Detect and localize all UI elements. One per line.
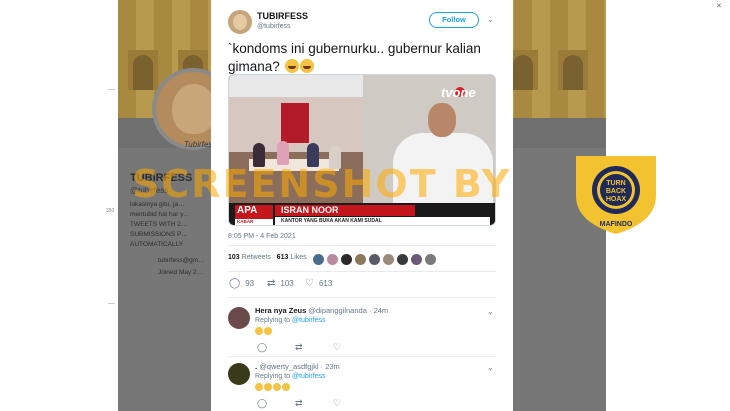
reply-count: 93	[245, 279, 255, 288]
divider	[228, 245, 496, 246]
liker-avatar[interactable]	[397, 254, 408, 265]
side-dash: —	[108, 300, 115, 307]
tweet-text: `kondoms ini gubernurku.. gubernur kalia…	[228, 40, 503, 76]
like-action[interactable]: ♡ 613	[305, 278, 332, 289]
reply-name[interactable]: .	[255, 362, 257, 371]
svg-text:MAFINDO: MAFINDO	[600, 221, 633, 228]
reply-icon: ◯	[229, 278, 241, 289]
svg-text:HOAX: HOAX	[606, 196, 627, 203]
left-margin	[0, 0, 118, 411]
reply-avatar[interactable]	[228, 307, 250, 329]
reply-icon[interactable]: ◯	[257, 398, 267, 409]
replying-to: Replying to @tubirfess	[255, 373, 326, 380]
retweet-icon: ⇄	[267, 278, 276, 289]
person-title-caption: KANTOR YANG BUKA AKAN KAMI SUDAL	[275, 217, 490, 225]
emoji-icon	[264, 383, 272, 391]
emoji-icon	[255, 327, 263, 335]
divider	[228, 356, 496, 357]
heart-icon[interactable]: ♡	[333, 398, 341, 409]
chevron-down-icon[interactable]: ⌄	[487, 307, 494, 316]
retweet-action[interactable]: ⇄ 103	[267, 278, 294, 289]
mafindo-seal-icon: TURN BACK HOAX MAFINDO	[576, 156, 656, 234]
like-count: 613	[318, 279, 333, 288]
replying-prefix: Replying to	[255, 373, 291, 380]
side-dash: —	[108, 86, 115, 93]
emoji-icon	[282, 383, 290, 391]
chevron-down-icon[interactable]: ⌄	[487, 363, 494, 372]
profile-joined: Joined May 2…	[158, 269, 204, 276]
likes-count[interactable]: 613	[277, 254, 289, 261]
profile-bio: lokasinya gitu, ja… mentubid hal har y… …	[130, 201, 190, 248]
reply-name[interactable]: Hera nya Zeus	[255, 306, 306, 315]
reply-time[interactable]: 23m	[325, 362, 340, 371]
retweets-count[interactable]: 103	[228, 254, 240, 261]
reply-header: Hera nya Zeus @dipanggilnanda · 24m	[255, 306, 389, 315]
author-avatar[interactable]	[228, 10, 252, 34]
rofl-emoji-icon	[284, 59, 299, 73]
liker-avatar[interactable]	[355, 254, 366, 265]
profile-avatar-face	[172, 84, 216, 134]
liker-avatar[interactable]	[341, 254, 352, 265]
reply-time[interactable]: 24m	[374, 306, 389, 315]
heart-icon[interactable]: ♡	[333, 342, 341, 353]
replying-prefix: Replying to	[255, 317, 291, 324]
tweet-timestamp[interactable]: 8:05 PM - 4 Feb 2021	[228, 233, 296, 240]
close-icon[interactable]: ✕	[716, 2, 722, 10]
replying-to: Replying to @tubirfess	[255, 317, 326, 324]
reply-handle[interactable]: @dipanggilnanda	[308, 306, 367, 315]
retweet-count: 103	[280, 279, 294, 288]
reply-emojis	[255, 327, 273, 337]
channel-logo: tvone	[441, 85, 476, 100]
watermark-text: SCREENSHOT BY	[132, 162, 512, 206]
reply-header: . @qwerty_asdfgjkl · 23m	[255, 362, 340, 371]
liker-avatar[interactable]	[313, 254, 324, 265]
reply-emojis	[255, 383, 291, 393]
heart-icon: ♡	[305, 278, 314, 289]
replying-to-link[interactable]: @tubirfess	[292, 373, 326, 380]
tweet-text-content: `kondoms ini gubernurku.. gubernur kalia…	[228, 41, 481, 74]
svg-text:TURN: TURN	[606, 180, 625, 187]
rofl-emoji-icon	[299, 59, 314, 73]
follow-button[interactable]: Follow	[429, 12, 479, 28]
reply-action[interactable]: ◯ 93	[229, 278, 254, 289]
liker-avatar[interactable]	[369, 254, 380, 265]
replying-to-link[interactable]: @tubirfess	[292, 317, 326, 324]
tweet-stats: 103 Retweets 613 Likes	[228, 254, 307, 261]
liker-avatar[interactable]	[383, 254, 394, 265]
svg-text:BACK: BACK	[606, 188, 626, 195]
author-name[interactable]: TUBIRFESS	[257, 11, 308, 21]
side-label: 350	[106, 208, 115, 214]
profile-email: tubirfess@gm…	[158, 257, 205, 264]
chevron-down-icon[interactable]: ⌄	[487, 15, 494, 24]
likes-label[interactable]: Likes	[290, 254, 306, 261]
divider	[228, 297, 496, 298]
liker-avatar[interactable]	[327, 254, 338, 265]
reply-icon[interactable]: ◯	[257, 342, 267, 353]
reply-avatar[interactable]	[228, 363, 250, 385]
profile-meta: tubirfess@gm… Joined May 2…	[158, 255, 205, 279]
retweet-icon[interactable]: ⇄	[295, 342, 303, 353]
author-handle[interactable]: @tubirfess	[257, 23, 291, 30]
retweet-icon[interactable]: ⇄	[295, 398, 303, 409]
program-badge-sub: KABAR	[235, 219, 273, 225]
liker-avatar[interactable]	[425, 254, 436, 265]
emoji-icon	[255, 383, 263, 391]
person-name-caption: ISRAN NOOR	[275, 205, 415, 216]
emoji-icon	[273, 383, 281, 391]
reply-handle[interactable]: @qwerty_asdfgjkl	[259, 362, 318, 371]
divider	[228, 271, 496, 272]
liker-avatar[interactable]	[411, 254, 422, 265]
retweets-label[interactable]: Retweets	[242, 254, 271, 261]
emoji-icon	[264, 327, 272, 335]
